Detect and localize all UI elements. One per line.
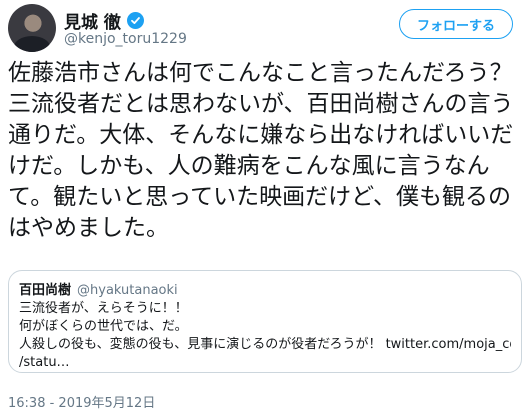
tweet-card: 見城 徹 @kenjo_toru1229 フォローする 佐藤浩市さんは何でこんな… [0, 0, 530, 416]
quoted-tweet-header: 百田尚樹 @hyakutanaoki [19, 279, 511, 298]
quoted-author-handle: @hyakutanaoki [77, 283, 178, 298]
quoted-tweet-line: 三流役者が、えらそうに！！ [19, 301, 188, 316]
quoted-tweet-line: /statu… [19, 355, 70, 370]
tweet-timestamp[interactable]: 16:38 - 2019年5月12日 [8, 392, 155, 411]
author-display-name[interactable]: 見城 徹 [64, 8, 121, 33]
quoted-tweet-line: 何がぼくらの世代では、だ。 [19, 319, 188, 334]
author-name-row: 見城 徹 [64, 8, 144, 33]
avatar[interactable] [8, 4, 56, 52]
quoted-author-name: 百田尚樹 [19, 283, 72, 298]
quoted-tweet[interactable]: 百田尚樹 @hyakutanaoki 三流役者が、えらそうに！！ 何がぼくらの世… [8, 270, 522, 373]
follow-button[interactable]: フォローする [399, 9, 513, 39]
tweet-text: 佐藤浩市さんは何でこんなこと言ったんだろう？三流役者だとは思わないが、百田尚樹さ… [8, 60, 514, 241]
verified-badge-icon [126, 12, 144, 29]
quoted-tweet-line: 人殺しの役も、変態の役も、見事に演じるのが役者だろうが！ twitter.com… [19, 337, 511, 352]
author-handle[interactable]: @kenjo_toru1229 [64, 31, 187, 47]
